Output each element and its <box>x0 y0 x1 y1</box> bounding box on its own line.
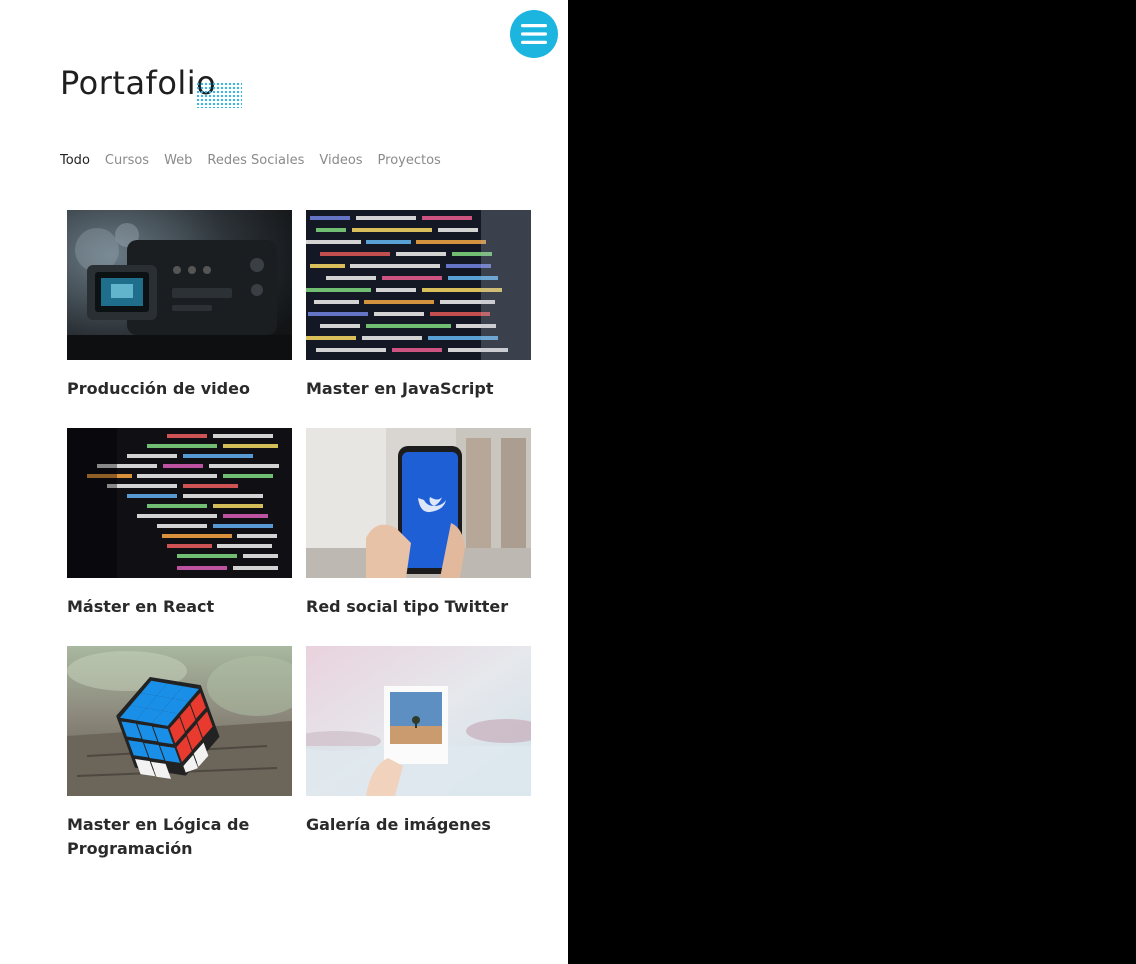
project-title[interactable]: Master en JavaScript <box>306 377 531 401</box>
filter-tabs: Todo Cursos Web Redes Sociales Videos Pr… <box>60 153 456 168</box>
project-card[interactable]: Producción de video <box>67 210 292 401</box>
rubiks-cube-photo[interactable] <box>67 646 292 796</box>
filter-todo[interactable]: Todo <box>60 153 90 168</box>
project-card[interactable]: Red social tipo Twitter <box>306 428 531 619</box>
filter-proyectos[interactable]: Proyectos <box>378 153 441 168</box>
filter-web[interactable]: Web <box>164 153 192 168</box>
project-title[interactable]: Master en Lógica de Programación <box>67 813 292 861</box>
empty-dark-area <box>568 0 1136 964</box>
twitter-phone-photo[interactable] <box>306 428 531 578</box>
filter-redes-sociales[interactable]: Redes Sociales <box>207 153 304 168</box>
page-title: Portafolio <box>60 64 217 102</box>
portfolio-panel: Portafolio Todo Cursos Web Redes Sociale… <box>0 0 568 964</box>
project-title[interactable]: Red social tipo Twitter <box>306 595 531 619</box>
project-card[interactable]: Master en JavaScript <box>306 210 531 401</box>
react-code-photo[interactable] <box>67 428 292 578</box>
project-title[interactable]: Máster en React <box>67 595 292 619</box>
filter-cursos[interactable]: Cursos <box>105 153 149 168</box>
javascript-code-photo[interactable] <box>306 210 531 360</box>
project-card[interactable]: Galería de imágenes <box>306 646 531 837</box>
project-card[interactable]: Máster en React <box>67 428 292 619</box>
video-camera-photo[interactable] <box>67 210 292 360</box>
hamburger-menu-icon <box>521 24 547 44</box>
project-card[interactable]: Master en Lógica de Programación <box>67 646 292 861</box>
filter-videos[interactable]: Videos <box>319 153 362 168</box>
menu-button[interactable] <box>510 10 558 58</box>
polaroid-photo[interactable] <box>306 646 531 796</box>
project-title[interactable]: Galería de imágenes <box>306 813 531 837</box>
project-title[interactable]: Producción de video <box>67 377 292 401</box>
dot-pattern-decoration <box>196 82 242 108</box>
